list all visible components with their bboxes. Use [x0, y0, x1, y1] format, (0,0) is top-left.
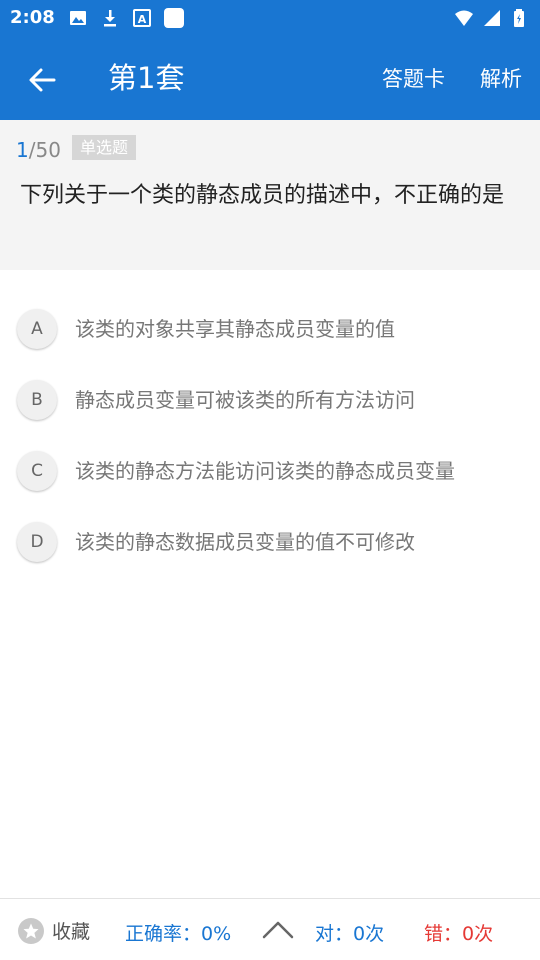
status-time: 2:08	[10, 7, 55, 28]
svg-text:A: A	[138, 13, 147, 26]
font-icon: A	[133, 9, 151, 27]
status-icons-right	[454, 8, 530, 28]
options-list: A 该类的对象共享其静态成员变量的值 B 静态成员变量可被该类的所有方法访问 C…	[0, 295, 540, 579]
option-c[interactable]: C 该类的静态方法能访问该类的静态成员变量	[0, 437, 540, 508]
back-arrow-icon	[29, 68, 56, 92]
chevron-up-icon[interactable]	[260, 915, 296, 943]
image-icon	[70, 11, 86, 25]
question-panel: 1/50 单选题 下列关于一个类的静态成员的描述中，不正确的是	[0, 120, 540, 270]
accuracy-stat: 正确率：0%	[125, 923, 232, 945]
question-type-badge: 单选题	[72, 135, 137, 160]
download-icon	[104, 10, 116, 27]
option-d[interactable]: D 该类的静态数据成员变量的值不可修改	[0, 508, 540, 579]
analysis-button[interactable]: 解析	[480, 64, 522, 94]
question-text: 下列关于一个类的静态成员的描述中，不正确的是	[20, 183, 505, 208]
option-letter-badge: C	[17, 451, 57, 491]
option-letter-badge: B	[17, 380, 57, 420]
favorite-label: 收藏	[52, 921, 91, 943]
star-icon	[18, 917, 44, 944]
wifi-icon	[455, 10, 473, 26]
option-text: 该类的对象共享其静态成员变量的值	[75, 317, 395, 341]
bottom-bar: 收藏 正确率：0% 对：0次 错：0次	[0, 898, 540, 960]
back-button[interactable]	[20, 60, 64, 100]
page-title: 第1套	[108, 61, 185, 95]
battery-icon	[514, 9, 524, 27]
star-glyph	[23, 923, 39, 938]
status-bar: 2:08 A	[0, 0, 540, 38]
status-icons-left: A	[68, 8, 184, 28]
app-bar: 第1套 答题卡 解析	[0, 38, 540, 120]
total-questions: /50	[28, 138, 61, 162]
option-letter-badge: A	[17, 309, 57, 349]
option-b[interactable]: B 静态成员变量可被该类的所有方法访问	[0, 366, 540, 437]
favorite-button[interactable]: 收藏	[18, 917, 90, 944]
signal-icon	[484, 10, 500, 26]
option-a[interactable]: A 该类的对象共享其静态成员变量的值	[0, 295, 540, 366]
option-text: 该类的静态数据成员变量的值不可修改	[75, 530, 415, 554]
option-text: 静态成员变量可被该类的所有方法访问	[75, 388, 415, 412]
wrong-count: 错：0次	[424, 923, 494, 945]
question-counter: 1/50	[16, 137, 61, 163]
correct-count: 对：0次	[315, 923, 385, 945]
square-icon	[164, 8, 184, 28]
current-question-number: 1	[16, 138, 29, 162]
answer-card-button[interactable]: 答题卡	[382, 64, 445, 94]
option-letter-badge: D	[17, 522, 57, 562]
option-text: 该类的静态方法能访问该类的静态成员变量	[75, 459, 455, 483]
